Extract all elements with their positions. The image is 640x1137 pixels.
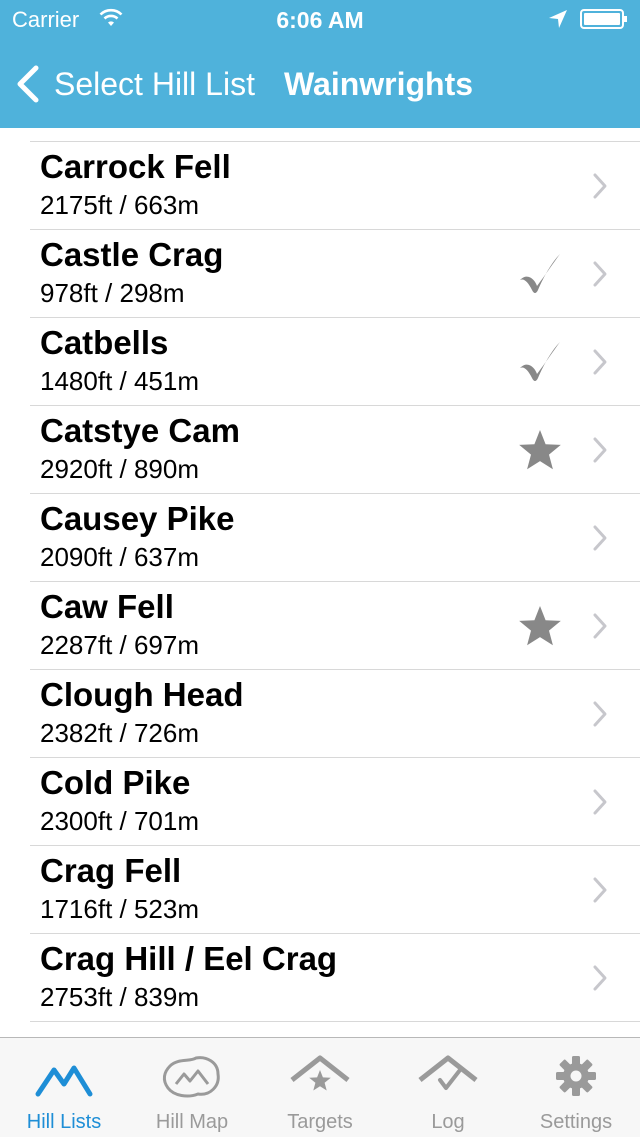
map-icon (162, 1056, 220, 1098)
chevron-left-icon (17, 65, 39, 103)
tab-label: Settings (539, 1111, 613, 1133)
hill-row[interactable]: Cold Pike 2300ft / 701m (30, 757, 640, 845)
target-star-icon (290, 1055, 350, 1091)
tab-label: Hill Map (155, 1111, 229, 1133)
location-arrow-icon (549, 10, 567, 28)
hill-name: Cold Pike (40, 764, 191, 801)
hill-name: Crag Hill / Eel Crag (40, 940, 338, 977)
climbed-check-icon (520, 342, 560, 381)
hill-name: Catstye Cam (40, 412, 240, 449)
hill-row[interactable]: Clough Head 2382ft / 726m (30, 669, 640, 757)
tab-hill-map[interactable]: Hill Map (128, 1038, 256, 1137)
tab-label: Log (431, 1111, 465, 1133)
log-check-icon (418, 1055, 478, 1090)
hill-height: 2920ft / 890m (40, 454, 199, 484)
chevron-right-icon (593, 349, 607, 375)
chevron-right-icon (593, 437, 607, 463)
back-button[interactable]: Select Hill List (14, 60, 255, 108)
clock: 6:06 AM (276, 7, 364, 33)
chevron-right-icon (593, 789, 607, 815)
status-bar: Carrier 6:06 AM (0, 0, 640, 40)
target-star-icon (519, 606, 561, 646)
mountains-icon (35, 1065, 93, 1097)
tab-label: Targets (287, 1111, 353, 1133)
hill-height: 2300ft / 701m (40, 806, 199, 836)
hill-row[interactable]: Castle Crag 978ft / 298m (30, 229, 640, 317)
tab-bar: Hill Lists Hill Map Targets Log Settings (0, 1037, 640, 1137)
app-header: Carrier 6:06 AM Select Hill List Wainwri… (0, 0, 640, 128)
hill-row[interactable]: Causey Pike 2090ft / 637m (30, 493, 640, 581)
hill-name: Catbells (40, 324, 169, 361)
hill-height: 1480ft / 451m (40, 366, 199, 396)
hill-row[interactable] (30, 1021, 640, 1037)
back-label: Select Hill List (54, 65, 255, 102)
hill-name: Carrock Fell (40, 148, 231, 185)
hill-height: 2753ft / 839m (40, 982, 199, 1012)
hill-height: 2175ft / 663m (40, 190, 199, 220)
hill-list[interactable]: Carrock Fell 2175ft / 663m Castle Crag 978f… (0, 141, 640, 1037)
hill-height: 2287ft / 697m (40, 630, 199, 660)
gear-icon (556, 1056, 596, 1096)
chevron-right-icon (593, 965, 607, 991)
chevron-right-icon (593, 701, 607, 727)
hill-row[interactable]: Catstye Cam 2920ft / 890m (30, 405, 640, 493)
hill-name: Clough Head (40, 676, 244, 713)
tab-label: Hill Lists (26, 1111, 102, 1133)
hill-height: 1716ft / 523m (40, 894, 199, 924)
hill-row[interactable]: Carrock Fell 2175ft / 663m (30, 141, 640, 229)
nav-bar: Select Hill List Wainwrights (0, 40, 640, 128)
chevron-right-icon (593, 613, 607, 639)
chevron-right-icon (593, 525, 607, 551)
climbed-check-icon (520, 254, 560, 293)
page-title: Wainwrights (284, 66, 474, 102)
tab-hill-lists[interactable]: Hill Lists (0, 1038, 128, 1137)
tab-log[interactable]: Log (384, 1038, 512, 1137)
hill-name: Crag Fell (40, 852, 182, 889)
hill-name: Caw Fell (40, 588, 174, 625)
hill-height: 2090ft / 637m (40, 542, 199, 572)
hill-name: Castle Crag (40, 236, 224, 273)
hill-row[interactable]: Crag Fell 1716ft / 523m (30, 845, 640, 933)
target-star-icon (519, 430, 561, 470)
hill-name: Causey Pike (40, 500, 235, 537)
hill-row[interactable]: Catbells 1480ft / 451m (30, 317, 640, 405)
hill-row[interactable]: Caw Fell 2287ft / 697m (30, 581, 640, 669)
battery-icon (580, 9, 627, 29)
tab-settings[interactable]: Settings (512, 1038, 640, 1137)
hill-height: 978ft / 298m (40, 278, 185, 308)
hill-row[interactable]: Crag Hill / Eel Crag 2753ft / 839m (30, 933, 640, 1021)
tab-targets[interactable]: Targets (256, 1038, 384, 1137)
hill-height: 2382ft / 726m (40, 718, 199, 748)
chevron-right-icon (593, 877, 607, 903)
chevron-right-icon (593, 261, 607, 287)
chevron-right-icon (593, 173, 607, 199)
